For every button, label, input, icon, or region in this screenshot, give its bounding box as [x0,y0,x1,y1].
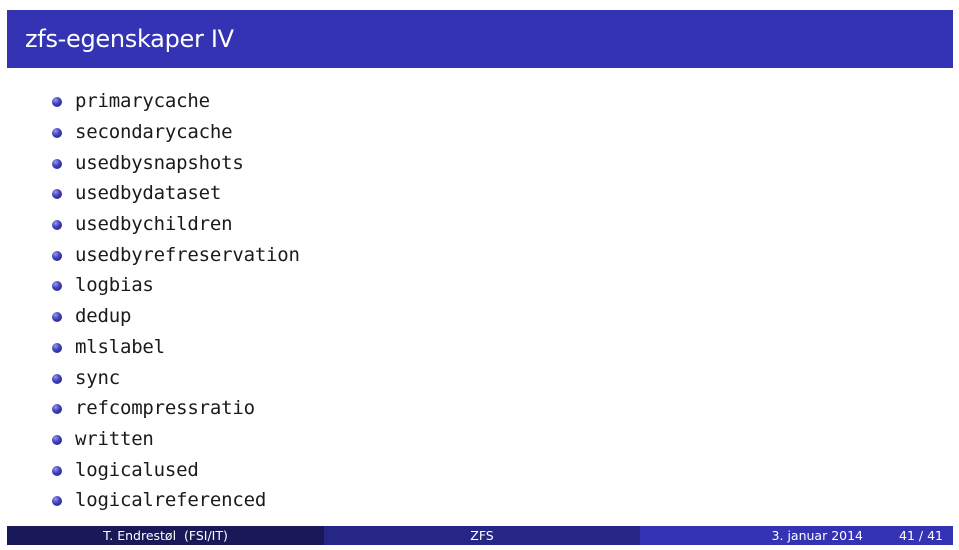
footer-page-number: 41 / 41 [899,528,943,543]
footer-date-segment: 3. januar 2014 41 / 41 [640,526,953,545]
bullet-icon [52,189,62,200]
footer-title-segment: ZFS [324,526,640,545]
bullet-icon [52,281,62,292]
list-item: usedbysnapshots [52,147,300,178]
item-label: secondarycache [75,121,233,144]
bullet-icon [52,465,62,476]
frame-title-bar: zfs-egenskaper IV [7,10,953,68]
list-item: mlslabel [52,332,300,363]
list-item: usedbychildren [52,209,300,240]
item-label: refcompressratio [75,397,255,420]
footer-short-title: ZFS [470,528,494,543]
item-label: logicalused [75,458,199,481]
bullet-icon [52,496,62,507]
bullet-icon [52,128,62,139]
list-item: logicalused [52,454,300,485]
frame-title: zfs-egenskaper IV [25,25,234,53]
bullet-icon [52,97,62,108]
list-item: dedup [52,301,300,332]
list-item: refcompressratio [52,393,300,424]
item-label: sync [75,366,120,389]
item-label: usedbychildren [75,213,233,236]
item-label: logicalreferenced [75,489,267,512]
item-label: logbias [75,274,154,297]
bullet-icon [52,373,62,384]
bullet-icon [52,312,62,323]
bullet-icon [52,250,62,261]
footer-date: 3. januar 2014 [771,528,864,543]
item-label: primarycache [75,90,210,113]
footer-author: T. Endrestøl (FSI/IT) [103,528,228,543]
item-label: usedbysnapshots [75,151,244,174]
item-label: mlslabel [75,335,165,358]
item-label: dedup [75,305,132,328]
bullet-icon [52,158,62,169]
item-label: usedbydataset [75,182,222,205]
bullet-icon [52,434,62,445]
item-label: written [75,427,154,450]
list-item: logicalreferenced [52,485,300,516]
property-list: primarycache secondarycache usedbysnapsh… [52,86,300,516]
list-item: usedbyrefreservation [52,239,300,270]
list-item: usedbydataset [52,178,300,209]
footer-bar: T. Endrestøl (FSI/IT) ZFS 3. januar 2014… [7,526,953,545]
list-item: logbias [52,270,300,301]
bullet-icon [52,404,62,415]
list-item: sync [52,362,300,393]
bullet-icon [52,342,62,353]
bullet-icon [52,220,62,231]
footer-author-segment: T. Endrestøl (FSI/IT) [7,526,324,545]
list-item: written [52,424,300,455]
list-item: primarycache [52,86,300,117]
item-label: usedbyrefreservation [75,243,300,266]
list-item: secondarycache [52,117,300,148]
